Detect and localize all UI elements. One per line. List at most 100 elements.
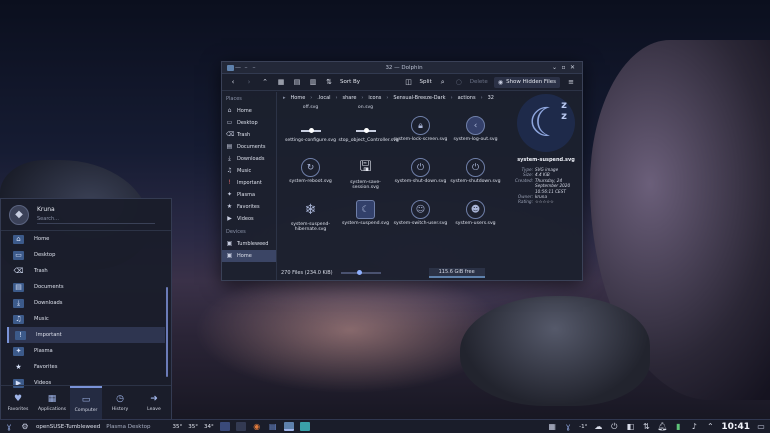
windows-icon[interactable]: ▦ [547,422,557,431]
tab-favorites[interactable]: ♥ Favorites [2,386,34,419]
pin-icon[interactable]: — [234,64,242,71]
image-viewer-icon[interactable] [299,422,310,431]
search-input[interactable]: Search... [37,216,155,224]
battery-icon[interactable]: ▮ [673,422,683,431]
hamburger-menu-icon[interactable]: ≡ [566,78,576,86]
place-desktop[interactable]: ▭ Desktop [226,117,272,129]
device-tumbleweed[interactable]: ▣ Tumbleweed [226,238,272,250]
clipboard-icon[interactable]: ◧ [625,422,635,431]
forward-icon[interactable]: › [244,78,254,86]
close-icon[interactable]: ✕ [568,64,577,71]
crumb-icons[interactable]: icons [368,95,381,101]
clock[interactable]: 10:41 [721,422,750,432]
show-hidden-files-button[interactable]: ◉ Show Hidden Files [493,76,560,88]
firefox-icon[interactable]: ◉ [252,422,262,431]
volume-icon[interactable]: ♪ [689,422,699,431]
list-item[interactable]: ♫ Music [7,311,165,327]
file-item[interactable]: ⏻ system-shut-down.svg [393,154,448,196]
notifications-icon[interactable]: ⏻ [609,422,619,432]
scrollbar[interactable] [166,287,168,377]
file-item[interactable]: on.svg [338,105,393,112]
details-view-icon[interactable]: ▥ [308,78,318,86]
place-favorites[interactable]: ★ Favorites [226,201,272,213]
file-item[interactable]: 🔒︎ system-lock-screen.svg [393,112,448,154]
place-music[interactable]: ♫ Music [226,165,272,177]
delete-icon[interactable]: ○ [454,78,464,86]
list-item[interactable]: ⌂ Home [7,231,165,247]
up-icon[interactable]: ⌃ [260,78,270,86]
dolphin-window: — – – 32 — Dolphin ⌄ ▫ ✕ ‹ › ⌃ ▦ ▤ ▥ ⇅ S… [221,61,583,281]
titlebar[interactable]: — – – 32 — Dolphin ⌄ ▫ ✕ [222,62,582,74]
expand-tray-icon[interactable]: ⌃ [705,422,715,431]
files-icon[interactable]: ▤ [268,422,278,431]
file-item[interactable]: ⏻ system-shutdown.svg [448,154,503,196]
list-item[interactable]: ! Important [7,327,165,343]
file-item[interactable]: ☻ system-users.svg [448,196,503,238]
compact-view-icon[interactable]: ▤ [292,78,302,86]
list-item[interactable]: ★ Favorites [7,359,165,375]
desktop-folder-icon: ▭ [13,250,24,260]
sort-by-button[interactable]: Sort By [340,79,360,85]
crumb-home[interactable]: Home [291,95,306,101]
search-icon[interactable]: ⌕ [438,78,448,87]
settings-icon[interactable]: ⚙ [20,422,30,431]
place-home[interactable]: ⌂ Home [226,105,272,117]
crumb-theme[interactable]: Sensual-Breeze-Dark [393,95,445,101]
dolphin-app-icon[interactable] [227,64,234,71]
place-downloads[interactable]: ⤓ Downloads [226,153,272,165]
zoom-slider[interactable] [340,270,381,275]
launcher-tray-icon[interactable]: ɣ [563,422,573,431]
place-videos[interactable]: ▶ Videos [226,213,272,225]
sort-icon[interactable]: ⇅ [324,78,334,86]
bell-icon[interactable]: 🔔︎ [657,422,667,431]
shade-icon[interactable]: – [250,64,258,71]
terminal-icon[interactable] [235,422,246,431]
launcher-icon[interactable]: ɣ [4,422,14,431]
list-item[interactable]: ▤ Documents [7,279,165,295]
place-important[interactable]: ! Important [226,177,272,189]
file-item[interactable]: stop_object_Controller.svg [338,112,399,154]
maximize-icon[interactable]: ▫ [559,64,568,71]
dolphin-task-icon[interactable] [283,422,294,431]
file-item[interactable]: ‹ system-log-out.svg [448,112,503,154]
file-item[interactable]: ☺ system-switch-user.svg [393,196,448,238]
file-item[interactable]: ↻ system-reboot.svg [283,154,338,196]
file-item[interactable]: ☾ system-suspend.svg [338,196,393,238]
device-home[interactable]: ▣ Home [222,250,276,262]
file-item[interactable]: settings-configure.svg [283,112,338,154]
crumb-actions[interactable]: actions [458,95,476,101]
crumb-local[interactable]: .local [317,95,330,101]
free-space[interactable]: 115.6 GiB free [428,268,485,278]
place-plasma[interactable]: ✦ Plasma [226,189,272,201]
network-icon[interactable]: ⇅ [641,422,651,431]
file-item[interactable]: ❄ system-suspend-hibernate.svg [283,196,338,238]
avatar[interactable]: ◆ [9,204,29,225]
icons-view-icon[interactable]: ▦ [276,78,286,86]
list-item[interactable]: ⌫ Trash [7,263,165,279]
computer-icon: ▭ [81,394,91,405]
keep-above-icon[interactable]: – [242,64,250,71]
place-documents[interactable]: ▤ Documents [226,141,272,153]
delete-button[interactable]: Delete [470,79,488,85]
rating-stars[interactable]: ☆☆☆☆☆ [535,199,577,204]
tab-history[interactable]: ◷ History [104,386,136,419]
show-desktop-icon[interactable]: ▭ [756,422,766,431]
eye-icon: ◉ [497,78,504,86]
split-button[interactable]: Split [420,79,432,85]
minimize-icon[interactable]: ⌄ [550,64,559,71]
list-item[interactable]: ✦ Plasma [7,343,165,359]
tab-computer[interactable]: ▭ Computer [70,386,102,419]
tab-applications[interactable]: ▦ Applications [36,386,68,419]
tab-leave[interactable]: ➜ Leave [138,386,170,419]
crumb-32[interactable]: 32 [488,95,494,101]
back-icon[interactable]: ‹ [228,78,238,86]
place-trash[interactable]: ⌫ Trash [226,129,272,141]
list-item[interactable]: ⤓ Downloads [7,295,165,311]
weather-icon[interactable]: ☁ [593,422,603,431]
file-item[interactable]: 🖫︎ system-save-session.svg [338,154,393,196]
split-icon[interactable]: ◫ [404,78,414,86]
pager-icon[interactable] [219,422,230,431]
file-item[interactable]: off.svg [283,105,338,112]
list-item[interactable]: ▭ Desktop [7,247,165,263]
crumb-share[interactable]: share [343,95,357,101]
